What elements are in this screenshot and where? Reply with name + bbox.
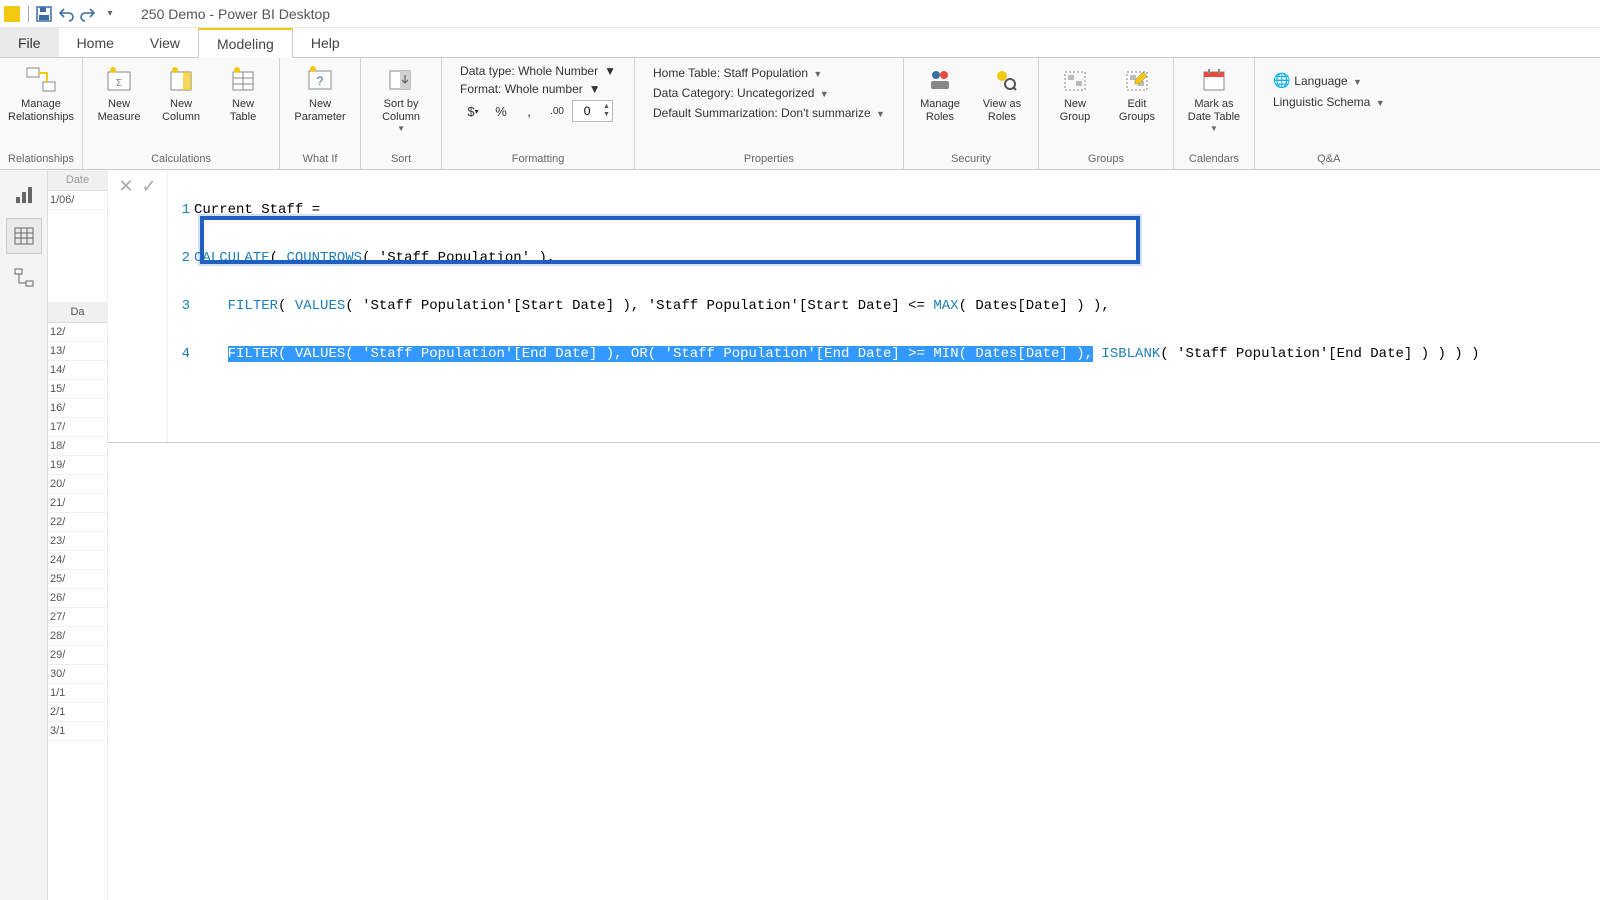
new-table-button[interactable]: New Table [215,62,271,126]
group-qa: 🌐 Language ▼ Linguistic Schema ▼ Q&A [1255,58,1403,169]
summarization-dropdown[interactable]: Default Summarization: Don't summarize ▼ [653,106,885,120]
qat-more-icon[interactable]: ▾ [99,3,121,25]
decimals-input[interactable] [573,104,601,118]
view-rail [0,170,48,900]
currency-button[interactable]: $▾ [460,100,486,122]
decimals-spinner[interactable]: ▲▼ [572,100,613,122]
report-view-button[interactable] [6,176,42,212]
ribbon-tabs: File Home View Modeling Help [0,28,1600,58]
new-parameter-button[interactable]: ? New Parameter [288,62,352,126]
data-type-dropdown[interactable]: Data type: Whole Number ▼ [460,64,616,78]
app-icon [4,6,20,22]
tab-view[interactable]: View [132,28,198,57]
decimals-icon: .00 [544,100,570,122]
sort-icon [385,64,417,96]
group-groups: New Group Edit Groups Groups [1039,58,1174,169]
grid-cell: 2/1 [48,703,107,722]
table-icon [227,64,259,96]
grid-cell: 1/1 [48,684,107,703]
grid-cell: 23/ [48,532,107,551]
grid-cell: 20/ [48,475,107,494]
format-dropdown[interactable]: Format: Whole number ▼ [460,82,616,96]
grid-cell: 12/ [48,323,107,342]
percent-button[interactable]: % [488,100,514,122]
data-grid-peek: Date 1/06/ Da 12/13/14/15/16/17/18/19/20… [48,170,108,900]
model-view-button[interactable] [6,260,42,296]
parameter-icon: ? [304,64,336,96]
new-measure-button[interactable]: Σ New Measure [91,62,147,126]
divider [28,6,29,22]
column-icon [165,64,197,96]
grid-cell: 3/1 [48,722,107,741]
grid-cell: 16/ [48,399,107,418]
manage-relationships-button[interactable]: Manage Relationships [9,62,73,126]
svg-text:Σ: Σ [116,78,122,89]
tab-home[interactable]: Home [59,28,132,57]
grid-cell: 28/ [48,627,107,646]
tab-help[interactable]: Help [293,28,358,57]
window-title: 250 Demo - Power BI Desktop [141,6,330,22]
grid-cell: 18/ [48,437,107,456]
group-formatting: Data type: Whole Number ▼ Format: Whole … [442,58,635,169]
comma-button[interactable]: , [516,100,542,122]
title-bar: ▾ 250 Demo - Power BI Desktop [0,0,1600,28]
save-icon[interactable] [33,3,55,25]
measure-icon: Σ [103,64,135,96]
grid-cell: 17/ [48,418,107,437]
editor-wrap: ✕ ✓ 1Current Staff = 2CALCULATE( COUNTRO… [108,170,1600,900]
commit-formula-icon[interactable]: ✓ [142,176,157,197]
new-group-icon [1059,64,1091,96]
view-as-roles-button[interactable]: View as Roles [974,62,1030,126]
mark-as-date-table-button[interactable]: Mark as Date Table ▼ [1182,62,1246,135]
edit-groups-button[interactable]: Edit Groups [1109,62,1165,126]
svg-text:?: ? [317,74,324,88]
group-whatif: ? New Parameter What If [280,58,361,169]
ribbon: Manage Relationships Relationships Σ New… [0,58,1600,170]
linguistic-schema-dropdown[interactable]: Linguistic Schema ▼ [1273,95,1385,109]
group-sort: Sort by Column ▼ Sort [361,58,442,169]
manage-roles-button[interactable]: Manage Roles [912,62,968,126]
calendar-icon [1198,64,1230,96]
home-table-dropdown[interactable]: Home Table: Staff Population ▼ [653,66,885,80]
edit-groups-icon [1121,64,1153,96]
formula-bar: ✕ ✓ 1Current Staff = 2CALCULATE( COUNTRO… [108,170,1600,443]
grid-cell: 24/ [48,551,107,570]
cancel-formula-icon[interactable]: ✕ [118,176,133,197]
relationships-icon [25,64,57,96]
main-area: Date 1/06/ Da 12/13/14/15/16/17/18/19/20… [0,170,1600,900]
grid-cell: 25/ [48,570,107,589]
tab-modeling[interactable]: Modeling [198,28,293,58]
new-group-button[interactable]: New Group [1047,62,1103,126]
tab-file[interactable]: File [0,28,59,57]
redo-icon[interactable] [77,3,99,25]
group-calendars: Mark as Date Table ▼ Calendars [1174,58,1255,169]
grid-cell: 30/ [48,665,107,684]
data-view-button[interactable] [6,218,42,254]
grid-cell: 22/ [48,513,107,532]
grid-cell: 26/ [48,589,107,608]
group-properties: Home Table: Staff Population ▼ Data Cate… [635,58,904,169]
dax-editor[interactable]: 1Current Staff = 2CALCULATE( COUNTROWS( … [168,170,1600,442]
sort-by-column-button[interactable]: Sort by Column ▼ [369,62,433,135]
group-security: Manage Roles View as Roles Security [904,58,1039,169]
manage-roles-icon [924,64,956,96]
grid-cell: 29/ [48,646,107,665]
new-column-button[interactable]: New Column [153,62,209,126]
undo-icon[interactable] [55,3,77,25]
grid-cell: 19/ [48,456,107,475]
grid-cell: 14/ [48,361,107,380]
grid-cell: 21/ [48,494,107,513]
language-dropdown[interactable]: 🌐 Language ▼ [1273,72,1385,89]
data-category-dropdown[interactable]: Data Category: Uncategorized ▼ [653,86,885,100]
grid-cell: 27/ [48,608,107,627]
group-relationships: Manage Relationships Relationships [0,58,83,169]
grid-cell: 15/ [48,380,107,399]
group-calculations: Σ New Measure New Column New Table Calcu… [83,58,280,169]
grid-cell: 13/ [48,342,107,361]
view-as-icon [986,64,1018,96]
